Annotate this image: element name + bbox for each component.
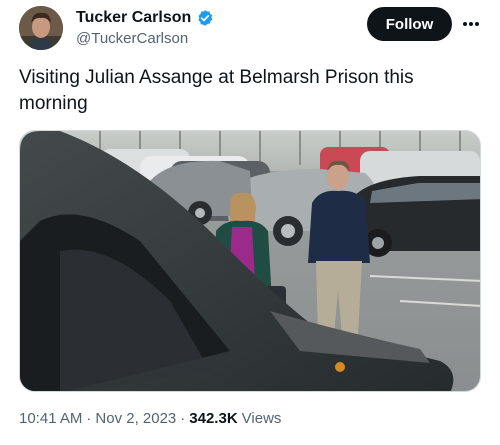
photo-parking-lot-scene [20, 131, 480, 391]
views-count[interactable]: 342.3K [189, 410, 237, 427]
tweet-date[interactable]: Nov 2, 2023 [95, 410, 176, 427]
follow-button[interactable]: Follow [367, 7, 452, 41]
verified-badge-icon [196, 9, 214, 27]
avatar[interactable] [19, 6, 63, 50]
author-handle[interactable]: @TuckerCarlson [76, 30, 188, 47]
meta-separator: · [86, 410, 92, 427]
meta-separator: · [180, 410, 186, 427]
tweet-photo[interactable] [19, 130, 481, 392]
tweet-time[interactable]: 10:41 AM [19, 410, 82, 427]
more-options-button[interactable] [456, 10, 486, 38]
more-horizontal-icon [463, 22, 479, 26]
profile-photo [19, 6, 63, 50]
tweet-meta: 10:41 AM · Nov 2, 2023 · 342.3K Views [19, 410, 281, 427]
display-name[interactable]: Tucker Carlson [76, 8, 191, 28]
tweet-text: Visiting Julian Assange at Belmarsh Pris… [19, 67, 414, 114]
views-label: Views [241, 410, 282, 427]
author-name-row[interactable]: Tucker Carlson [76, 8, 214, 28]
